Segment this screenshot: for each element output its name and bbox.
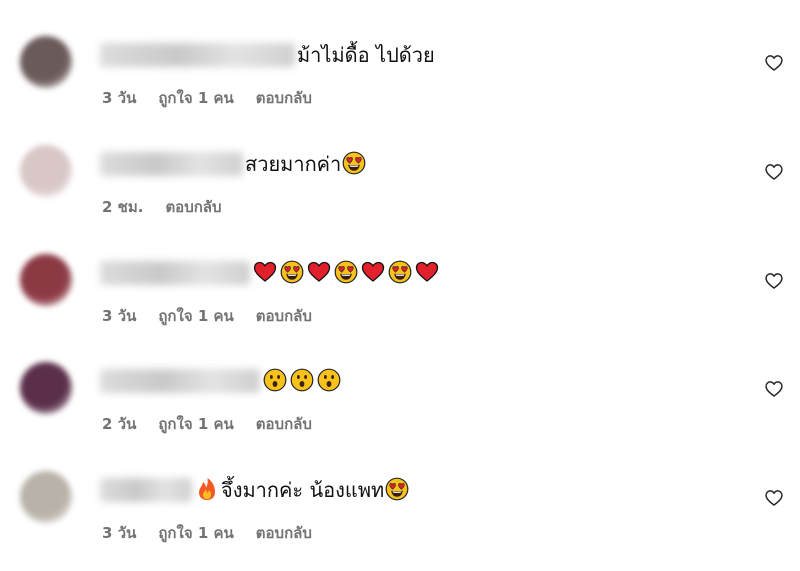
open-mouth-emoji-icon [290, 368, 314, 392]
reply-button[interactable]: ตอบกลับ [256, 415, 312, 433]
comment-text: จึ้งมากค่ะ น้องแพท [194, 476, 411, 504]
comment-item: จึ้งมากค่ะ น้องแพท 3 วัน ถูกใจ 1 คน ตอบกลับ [0, 443, 800, 543]
comment-text: ม้าไม่ดื้อ ไปด้วย [297, 41, 435, 69]
comment-item: สวยมากค่า 2 ชม. ตอบกลับ [0, 117, 800, 217]
comment-text: สวยมากค่า [245, 150, 368, 178]
comment-list: ม้าไม่ดื้อ ไปด้วย 3 วัน ถูกใจ 1 คน ตอบกลับส… [0, 0, 800, 571]
heart-eyes-emoji-icon [388, 260, 412, 284]
comment-time: 2 ชม. [102, 198, 144, 216]
comment-item: ม้าไม่ดื้อ ไปด้วย 3 วัน ถูกใจ 1 คน ตอบกลับ [0, 8, 800, 108]
avatar[interactable] [20, 471, 72, 523]
comment-item: 2 วัน ถูกใจ 1 คน ตอบกลับ [0, 334, 800, 434]
open-mouth-emoji-icon [263, 368, 287, 392]
like-heart-icon[interactable] [764, 271, 784, 291]
comment-meta: 2 วัน ถูกใจ 1 คน ตอบกลับ [102, 412, 312, 436]
comment-text [252, 259, 441, 287]
open-mouth-emoji-icon [317, 368, 341, 392]
heart-eyes-emoji-icon [342, 151, 366, 175]
red-heart-emoji-icon [307, 261, 331, 282]
username-blurred[interactable] [100, 261, 250, 285]
reply-button[interactable]: ตอบกลับ [256, 89, 312, 107]
like-heart-icon[interactable] [764, 379, 784, 399]
heart-eyes-emoji-icon [280, 260, 304, 284]
heart-eyes-emoji-icon [385, 477, 409, 501]
like-heart-icon[interactable] [764, 53, 784, 73]
avatar[interactable] [20, 254, 72, 306]
comment-likes[interactable]: ถูกใจ 1 คน [158, 307, 233, 325]
comment-time: 2 วัน [102, 415, 137, 433]
reply-button[interactable]: ตอบกลับ [165, 198, 221, 216]
like-heart-icon[interactable] [764, 162, 784, 182]
comment-time: 3 วัน [102, 307, 137, 325]
comment-message: จึ้งมากค่ะ น้องแพท [221, 478, 385, 502]
red-heart-emoji-icon [253, 261, 277, 282]
like-heart-icon[interactable] [764, 488, 784, 508]
comment-likes[interactable]: ถูกใจ 1 คน [158, 415, 233, 433]
username-blurred[interactable] [100, 152, 243, 176]
username-blurred[interactable] [100, 478, 192, 502]
heart-eyes-emoji-icon [334, 260, 358, 284]
username-blurred[interactable] [100, 369, 260, 393]
comment-item: 3 วัน ถูกใจ 1 คน ตอบกลับ [0, 226, 800, 326]
avatar[interactable] [20, 145, 72, 197]
red-heart-emoji-icon [415, 261, 439, 282]
comment-likes[interactable]: ถูกใจ 1 คน [158, 524, 233, 542]
fire-emoji-icon [199, 478, 215, 500]
comment-likes[interactable]: ถูกใจ 1 คน [158, 89, 233, 107]
comment-time: 3 วัน [102, 524, 137, 542]
comment-message: สวยมากค่า [245, 152, 342, 176]
comment-meta: 2 ชม. ตอบกลับ [102, 195, 222, 219]
comment-meta: 3 วัน ถูกใจ 1 คน ตอบกลับ [102, 304, 312, 328]
comment-time: 3 วัน [102, 89, 137, 107]
reply-button[interactable]: ตอบกลับ [256, 524, 312, 542]
avatar[interactable] [20, 362, 72, 414]
comment-meta: 3 วัน ถูกใจ 1 คน ตอบกลับ [102, 86, 312, 110]
comment-message: ม้าไม่ดื้อ ไปด้วย [297, 43, 435, 67]
comment-text [262, 367, 343, 395]
comment-meta: 3 วัน ถูกใจ 1 คน ตอบกลับ [102, 521, 312, 545]
username-blurred[interactable] [100, 43, 295, 67]
red-heart-emoji-icon [361, 261, 385, 282]
avatar[interactable] [20, 36, 72, 88]
reply-button[interactable]: ตอบกลับ [256, 307, 312, 325]
